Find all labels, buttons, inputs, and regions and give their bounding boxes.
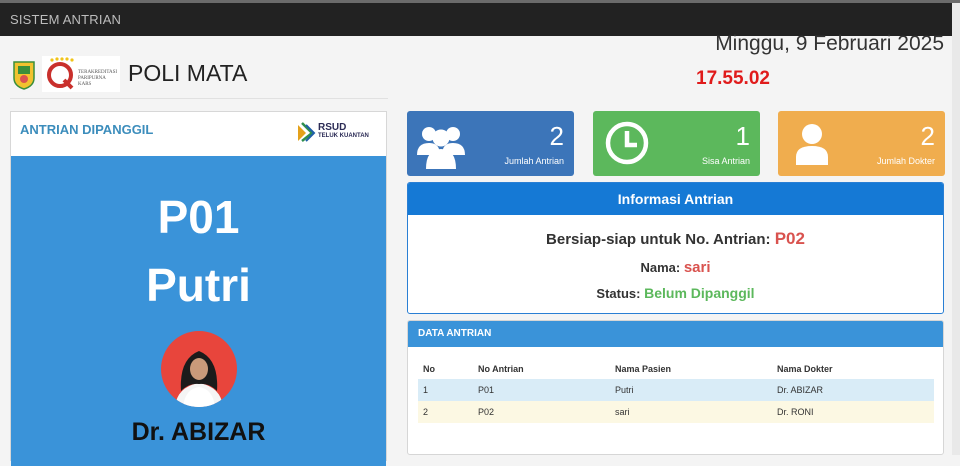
navbar-brand[interactable]: SISTEM ANTRIAN <box>10 12 121 27</box>
table-row: 2 P02 sari Dr. RONI <box>418 401 934 423</box>
clock-icon <box>601 117 653 169</box>
called-queue-body: P01 Putri Dr. ABIZAR <box>11 156 386 466</box>
regency-logo <box>11 58 37 90</box>
table-cell: P02 <box>478 407 495 417</box>
column-header-queue-number: No Antrian <box>478 364 524 374</box>
stat-remaining-queue-value: 1 <box>735 121 750 151</box>
called-queue-header: ANTRIAN DIPANGGIL RSUD TELUK KUANTAN <box>11 112 386 156</box>
next-status-value: Belum Dipanggil <box>644 285 755 301</box>
table-header-row: No No Antrian Nama Pasien Nama Dokter <box>418 359 934 379</box>
called-patient-name: Putri <box>146 259 251 311</box>
column-header-patient-name: Nama Pasien <box>615 364 672 374</box>
stat-total-queue-label: Jumlah Antrian <box>504 156 564 166</box>
queue-table: No No Antrian Nama Pasien Nama Dokter 1 … <box>418 359 934 423</box>
next-patient-name: sari <box>683 259 711 276</box>
column-header-doctor-name: Nama Dokter <box>777 364 833 374</box>
called-queue-number: P01 <box>157 191 240 243</box>
users-icon <box>415 117 467 169</box>
kars-logo: TERAKREDITASI PARIPURNA KARS <box>42 56 120 92</box>
next-status-line: Status: Belum Dipanggil <box>408 285 943 301</box>
next-name-label: Nama: <box>640 260 681 275</box>
stat-total-doctors-value: 2 <box>920 121 935 151</box>
table-cell: sari <box>615 407 630 417</box>
stat-remaining-queue-label: Sisa Antrian <box>701 156 750 166</box>
table-cell: P01 <box>478 385 495 395</box>
hospital-logo-subtext: TELUK KUANTAN <box>318 133 369 139</box>
table-cell: Dr. ABIZAR <box>777 385 824 395</box>
hospital-logo-text: RSUD <box>318 122 347 133</box>
table-cell: 2 <box>423 407 429 417</box>
table-cell: Putri <box>615 385 634 395</box>
current-date: Minggu, 9 Februari 2025 <box>715 32 944 55</box>
stat-total-queue: 2 Jumlah Antrian <box>407 111 574 176</box>
stat-total-queue-value: 2 <box>549 121 564 151</box>
kars-text-3: KARS <box>78 82 92 87</box>
table-cell: 1 <box>423 385 429 395</box>
user-icon <box>786 117 838 169</box>
doctor-avatar <box>161 331 237 407</box>
called-queue-panel: ANTRIAN DIPANGGIL RSUD TELUK KUANTAN P01… <box>10 111 387 466</box>
called-doctor-name: Dr. ABIZAR <box>131 418 266 446</box>
column-header-no: No <box>423 364 435 374</box>
queue-data-panel: DATA ANTRIAN No No Antrian Nama Pasien N… <box>407 320 944 455</box>
page-title: POLI MATA <box>128 60 248 86</box>
hospital-logo: RSUD TELUK KUANTAN <box>296 121 376 143</box>
scrollbar[interactable] <box>952 3 960 455</box>
stat-remaining-queue: 1 Sisa Antrian <box>593 111 760 176</box>
queue-info-title: Informasi Antrian <box>408 183 943 215</box>
next-queue-number: P02 <box>774 229 805 248</box>
next-status-label: Status: <box>596 286 641 301</box>
table-row: 1 P01 Putri Dr. ABIZAR <box>418 379 934 401</box>
next-queue-label: Bersiap-siap untuk No. Antrian: <box>546 231 771 248</box>
queue-info-panel: Informasi Antrian Bersiap-siap untuk No.… <box>407 182 944 314</box>
current-time: 17.55.02 <box>696 68 770 89</box>
stat-total-doctors: 2 Jumlah Dokter <box>778 111 945 176</box>
queue-data-title: DATA ANTRIAN <box>408 321 943 347</box>
next-queue-line: Bersiap-siap untuk No. Antrian: P02 <box>408 229 943 249</box>
table-cell: Dr. RONI <box>777 407 814 417</box>
next-name-line: Nama: sari <box>408 259 943 276</box>
called-queue-title: ANTRIAN DIPANGGIL <box>20 122 154 137</box>
stat-total-doctors-label: Jumlah Dokter <box>876 156 935 166</box>
divider <box>10 98 388 99</box>
